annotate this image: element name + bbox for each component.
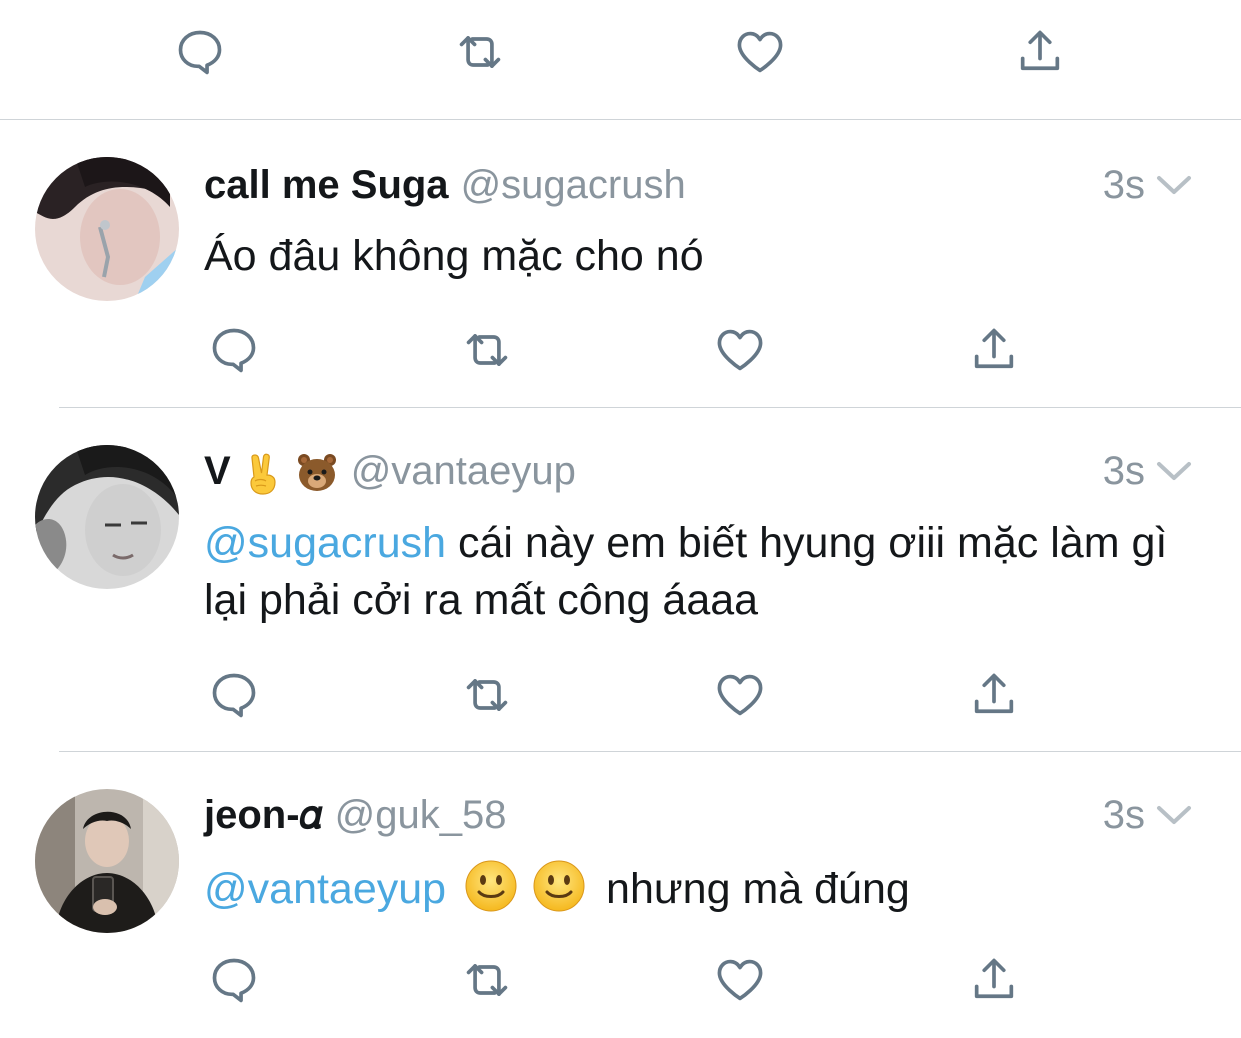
share-button[interactable]: [964, 320, 1024, 380]
top-action-row: [0, 22, 1241, 82]
retweet-icon: [461, 324, 513, 376]
avatar[interactable]: [35, 789, 179, 933]
share-button[interactable]: [964, 665, 1024, 725]
timestamp[interactable]: 3s: [1103, 446, 1145, 496]
share-icon: [968, 669, 1020, 721]
share-icon: [1014, 26, 1066, 78]
tweet-header: call me Suga @sugacrush: [204, 160, 686, 210]
heart-icon: [714, 954, 766, 1006]
retweet-icon: [461, 954, 513, 1006]
reply-icon: [208, 669, 260, 721]
tweet[interactable]: jeon-𝛼 @guk_58 3s @vantaeyup nhưng mà đún…: [0, 752, 1241, 1038]
heart-icon: [714, 324, 766, 376]
mention-link[interactable]: @vantaeyup: [204, 865, 446, 913]
retweet-button[interactable]: [457, 665, 517, 725]
display-name[interactable]: V: [204, 449, 231, 493]
tweet-text: @sugacrush cái này em biết hyung ơiii mặ…: [204, 515, 1184, 629]
tweet-header: jeon-𝛼 @guk_58: [204, 790, 507, 840]
tweet-header: V @vantaeyup: [204, 446, 576, 496]
like-button[interactable]: [710, 950, 770, 1010]
share-button[interactable]: [964, 950, 1024, 1010]
chevron-down-icon: [1155, 173, 1193, 197]
chevron-down-icon: [1155, 803, 1193, 827]
retweet-button[interactable]: [457, 950, 517, 1010]
retweet-button[interactable]: [450, 22, 510, 82]
tweet-menu-button[interactable]: [1154, 446, 1194, 496]
share-button[interactable]: [1010, 22, 1070, 82]
tweet-actions: [0, 950, 1241, 1010]
tweet-menu-button[interactable]: [1154, 160, 1194, 210]
heart-icon: [714, 669, 766, 721]
retweet-icon: [454, 26, 506, 78]
tweet-text-content: nhưng mà đúng: [606, 865, 910, 913]
tweet-text: @vantaeyup nhưng mà đúng: [204, 859, 1184, 918]
reply-icon: [208, 954, 260, 1006]
like-button[interactable]: [710, 665, 770, 725]
retweet-button[interactable]: [457, 320, 517, 380]
user-handle[interactable]: @vantaeyup: [351, 449, 576, 493]
user-handle[interactable]: @sugacrush: [461, 163, 686, 207]
reply-button[interactable]: [170, 22, 230, 82]
user-handle[interactable]: @guk_58: [335, 793, 507, 837]
tweet-actions: [0, 665, 1241, 725]
avatar[interactable]: [35, 157, 179, 301]
timestamp[interactable]: 3s: [1103, 160, 1145, 210]
tweet-menu-button[interactable]: [1154, 790, 1194, 840]
tweet[interactable]: V @vantaeyup 3s @sugacrush cái này em bi…: [0, 408, 1241, 752]
avatar[interactable]: [35, 445, 179, 589]
reply-button[interactable]: [204, 950, 264, 1010]
mention-link[interactable]: @sugacrush: [204, 519, 446, 567]
tweet-text-content: Áo đâu không mặc cho nó: [204, 232, 704, 280]
reply-button[interactable]: [204, 665, 264, 725]
heart-icon: [734, 26, 786, 78]
tweet-actions: [0, 320, 1241, 380]
retweet-icon: [461, 669, 513, 721]
reply-icon: [174, 26, 226, 78]
share-icon: [968, 954, 1020, 1006]
tweet[interactable]: call me Suga @sugacrush 3s Áo đâu không m…: [0, 120, 1241, 408]
bear-emoji: [295, 451, 339, 495]
slightly-smiling-face-emoji: [464, 859, 518, 913]
display-name[interactable]: call me Suga: [204, 163, 449, 207]
reply-icon: [208, 324, 260, 376]
reply-button[interactable]: [204, 320, 264, 380]
tweet-text: Áo đâu không mặc cho nó: [204, 228, 1184, 285]
like-button[interactable]: [710, 320, 770, 380]
timestamp[interactable]: 3s: [1103, 790, 1145, 840]
slightly-smiling-face-emoji: [532, 859, 586, 913]
share-icon: [968, 324, 1020, 376]
chevron-down-icon: [1155, 459, 1193, 483]
victory-hand-emoji: [241, 451, 285, 496]
like-button[interactable]: [730, 22, 790, 82]
display-name[interactable]: jeon-𝛼: [204, 793, 323, 837]
